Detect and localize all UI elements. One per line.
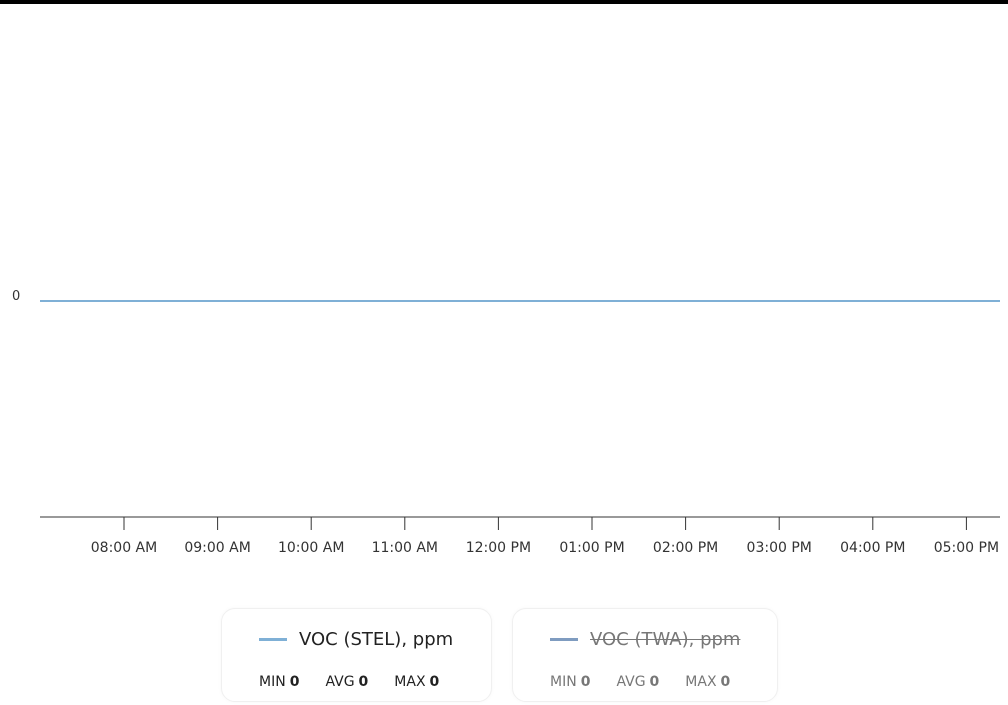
- legend-series-name: VOC (TWA), ppm: [590, 629, 741, 650]
- stat-avg: AVG 0: [616, 674, 660, 690]
- stat-max: MAX 0: [394, 674, 440, 690]
- y-tick-label: 0: [12, 289, 20, 304]
- stat-min: MIN 0: [259, 674, 300, 690]
- legend-item-voc-stel[interactable]: VOC (STEL), ppm MIN 0 AVG 0 MAX 0: [221, 608, 492, 702]
- x-tick-label: 10:00 AM: [278, 540, 344, 556]
- legend-item-voc-twa[interactable]: VOC (TWA), ppm MIN 0 AVG 0 MAX 0: [512, 608, 778, 702]
- stat-min: MIN 0: [550, 674, 591, 690]
- x-tick-label: 03:00 PM: [747, 540, 812, 556]
- line-chart: 08:00 AM 09:00 AM 10:00 AM 11:00 AM 12:00 PM…: [12, 289, 1000, 556]
- x-tick-label: 11:00 AM: [372, 540, 438, 556]
- series-swatch: [259, 638, 287, 641]
- legend-series-name: VOC (STEL), ppm: [299, 629, 454, 650]
- stat-avg: AVG 0: [325, 674, 369, 690]
- stat-max: MAX 0: [685, 674, 731, 690]
- x-tick-label: 12:00 PM: [466, 540, 531, 556]
- x-tick-label: 05:00 PM: [934, 540, 999, 556]
- x-tick-label: 08:00 AM: [91, 540, 157, 556]
- x-tick-label: 04:00 PM: [840, 540, 905, 556]
- x-tick-label: 02:00 PM: [653, 540, 718, 556]
- series-swatch: [550, 638, 578, 641]
- x-tick-label: 09:00 AM: [184, 540, 250, 556]
- x-tick-label: 01:00 PM: [559, 540, 624, 556]
